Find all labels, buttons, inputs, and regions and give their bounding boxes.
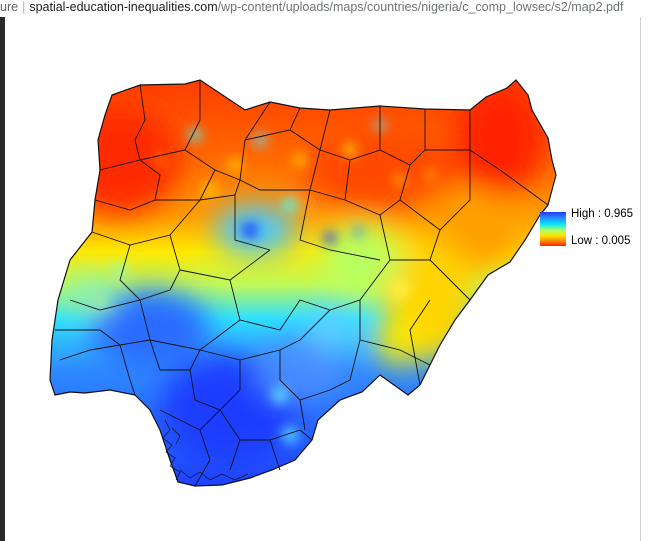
- legend-low-label: Low : 0.005: [571, 235, 631, 247]
- legend-color-scale: [540, 212, 566, 246]
- map-fill: [50, 80, 556, 486]
- nigeria-map: [49, 79, 557, 487]
- legend-high-label: High : 0.965: [571, 208, 634, 220]
- map-legend: High : 0.965 Low : 0.005: [540, 208, 640, 247]
